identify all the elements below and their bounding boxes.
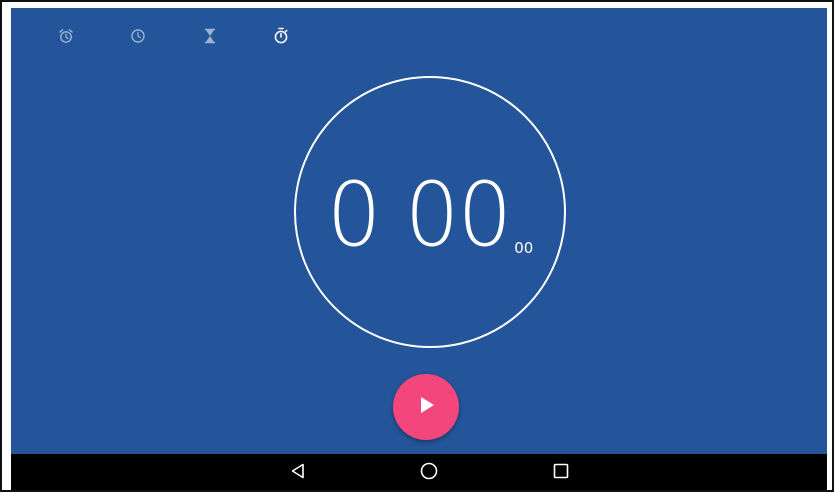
stopwatch-dial: 0 00 00 xyxy=(294,76,566,348)
alarm-icon xyxy=(58,28,74,44)
stopwatch-icon xyxy=(273,27,289,45)
stopwatch-main-digits: 0 00 xyxy=(326,163,512,267)
recents-icon xyxy=(552,462,570,485)
back-button[interactable] xyxy=(287,462,309,484)
back-icon xyxy=(289,462,307,485)
home-button[interactable] xyxy=(418,462,440,484)
stopwatch-hundredths: 00 xyxy=(514,239,534,257)
system-navigation-bar xyxy=(11,454,827,490)
tab-bar xyxy=(11,8,827,64)
start-button[interactable] xyxy=(393,374,459,440)
stopwatch-time: 0 00 00 xyxy=(296,78,564,346)
hourglass-icon xyxy=(203,28,217,44)
tab-alarm[interactable] xyxy=(55,25,77,47)
tab-stopwatch[interactable] xyxy=(270,25,292,47)
clock-icon xyxy=(130,28,146,44)
play-icon xyxy=(415,394,437,421)
tab-timer[interactable] xyxy=(199,25,221,47)
app-screen: 0 00 00 xyxy=(11,8,827,454)
recents-button[interactable] xyxy=(550,462,572,484)
tab-clock[interactable] xyxy=(127,25,149,47)
device-frame: 0 00 00 xyxy=(0,0,834,492)
home-icon xyxy=(419,461,439,486)
